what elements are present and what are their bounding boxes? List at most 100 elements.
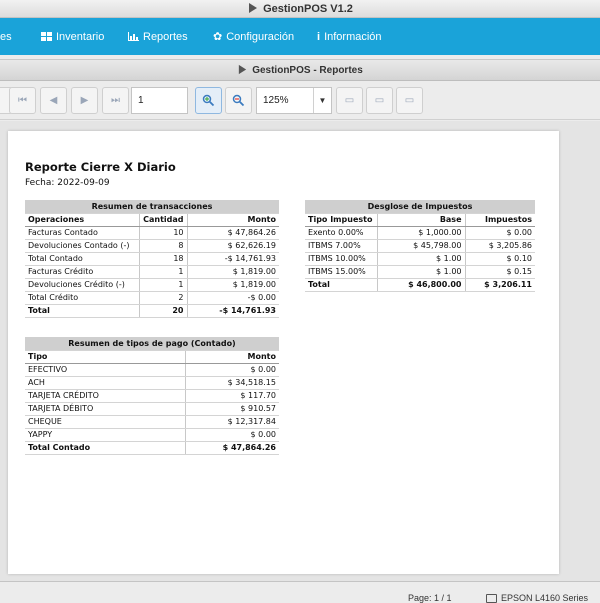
page-number-input[interactable]: 1 <box>131 87 188 114</box>
table-cell: $ 12,317.84 <box>185 415 279 429</box>
zoom-out-button[interactable] <box>225 87 252 114</box>
table-caption: Desglose de Impuestos <box>305 200 535 214</box>
table-cell: -$ 0.00 <box>187 291 279 305</box>
table-cell: Devoluciones Contado (-) <box>25 239 139 253</box>
table-row: CHEQUE $ 12,317.84 <box>25 415 279 429</box>
print-button[interactable]: ▭ <box>336 87 363 114</box>
table-cell: TARJETA CRÉDITO <box>25 389 186 403</box>
table-row: Facturas Crédito 1 $ 1,819.00 <box>25 265 279 279</box>
table-cell: Devoluciones Crédito (-) <box>25 278 139 292</box>
table-cell: Facturas Contado <box>25 226 139 240</box>
menu-item-inventario[interactable]: Inventario <box>41 18 104 55</box>
app-logo-icon <box>249 3 258 13</box>
zoom-in-button[interactable] <box>195 87 222 114</box>
table-row: Devoluciones Crédito (-) 1 $ 1,819.00 <box>25 278 279 292</box>
table-cell: $ 0.00 <box>185 363 279 377</box>
table-cell: 1 <box>138 278 188 292</box>
report-viewer[interactable]: Reporte Cierre X Diario Fecha: 2022-09-0… <box>0 121 600 581</box>
table-row: Devoluciones Contado (-) 8 $ 62,626.19 <box>25 239 279 253</box>
menu-item-label: Inventario <box>56 30 105 43</box>
table-cell: -$ 14,761.93 <box>187 252 279 266</box>
zoom-value: 125% <box>263 95 289 106</box>
bar-chart-icon <box>128 32 139 41</box>
report-page: Reporte Cierre X Diario Fecha: 2022-09-0… <box>8 131 559 574</box>
last-page-icon: ⏭ <box>111 95 120 106</box>
report-toolbar: ⏮ ◀ ▶ ⏭ 1 125% ▼ ▭ ▭ ▭ <box>0 82 600 120</box>
zoom-in-icon <box>202 94 215 107</box>
table-cell: $ 1,819.00 <box>187 278 279 292</box>
table-cell: -$ 14,761.93 <box>187 304 279 318</box>
table-cell: $ 46,800.00 <box>376 278 466 292</box>
table-caption: Resumen de tipos de pago (Contado) <box>25 337 279 351</box>
table-row: Total Crédito 2 -$ 0.00 <box>25 291 279 305</box>
table-cell: $ 34,518.15 <box>185 376 279 390</box>
table-cell: 10 <box>138 226 188 240</box>
column-header: Monto <box>187 213 279 227</box>
table-cell: EFECTIVO <box>25 363 186 377</box>
window-titlebar: GestionPOS V1.2 <box>0 0 600 18</box>
grid-icon <box>41 32 52 41</box>
table-cell: 8 <box>138 239 188 253</box>
zoom-select[interactable]: 125% ▼ <box>256 87 332 114</box>
report-window-titlebar: GestionPOS - Reportes <box>0 59 600 81</box>
report-window-title: GestionPOS - Reportes <box>252 65 363 76</box>
table-cell: $ 0.10 <box>465 252 535 266</box>
first-page-button[interactable]: ⏮ <box>9 87 36 114</box>
document-export-icon: ▭ <box>374 95 385 106</box>
table-cell: Total <box>305 278 377 292</box>
column-header: Cantidad <box>138 213 188 227</box>
table-cell: $ 1.00 <box>376 265 466 279</box>
gear-icon: ✿ <box>213 31 223 43</box>
table-cell: $ 117.70 <box>185 389 279 403</box>
menu-item-label: Reportes <box>143 30 188 43</box>
previous-page-button[interactable]: ◀ <box>40 87 67 114</box>
table-row: Total Contado 18 -$ 14,761.93 <box>25 252 279 266</box>
table-total-row: Total $ 46,800.00 $ 3,206.11 <box>305 278 535 292</box>
table-cell: Total Contado <box>25 441 186 455</box>
table-cell: $ 0.00 <box>465 226 535 240</box>
menu-item-configuracion[interactable]: ✿ Configuración <box>213 18 294 55</box>
table-cell: Total <box>25 304 139 318</box>
document-icon: ▭ <box>344 95 355 106</box>
table-cell: 20 <box>138 304 188 318</box>
last-page-button[interactable]: ⏭ <box>102 87 129 114</box>
table-cell: $ 3,205.86 <box>465 239 535 253</box>
table-cell: Exento 0.00% <box>305 226 377 240</box>
table-row: Facturas Contado 10 $ 47,864.26 <box>25 226 279 240</box>
save-button[interactable]: ▭ <box>396 87 423 114</box>
table-cell: 18 <box>138 252 188 266</box>
app-logo-icon <box>239 64 247 75</box>
table-cell: $ 0.00 <box>185 428 279 442</box>
window-title: GestionPOS V1.2 <box>263 3 353 15</box>
menu-item-label: Configuración <box>226 30 295 43</box>
column-header: Base <box>376 213 466 227</box>
transactions-table: Resumen de transacciones Operaciones Can… <box>25 200 279 318</box>
table-cell: $ 1.00 <box>376 252 466 266</box>
payment-types-table: Resumen de tipos de pago (Contado) Tipo … <box>25 337 279 455</box>
table-cell: $ 1,819.00 <box>187 265 279 279</box>
table-cell: 1 <box>138 265 188 279</box>
table-total-row: Total 20 -$ 14,761.93 <box>25 304 279 318</box>
table-row: ACH $ 34,518.15 <box>25 376 279 390</box>
table-cell: $ 1,000.00 <box>376 226 466 240</box>
table-row: TARJETA DÉBITO $ 910.57 <box>25 402 279 416</box>
menu-item-partial[interactable]: es <box>0 18 12 55</box>
chevron-down-icon[interactable]: ▼ <box>313 88 331 113</box>
zoom-out-icon <box>232 94 245 107</box>
printer-icon <box>486 593 497 603</box>
menu-item-informacion[interactable]: i Información <box>317 18 382 55</box>
printer-selector[interactable]: EPSON L4160 Series <box>486 593 588 603</box>
table-cell: ITBMS 10.00% <box>305 252 377 266</box>
table-cell: Facturas Crédito <box>25 265 139 279</box>
table-row: YAPPY $ 0.00 <box>25 428 279 442</box>
table-cell: 2 <box>138 291 188 305</box>
column-header: Operaciones <box>25 213 139 227</box>
next-page-button[interactable]: ▶ <box>71 87 98 114</box>
table-cell: $ 47,864.26 <box>187 226 279 240</box>
table-row: ITBMS 7.00% $ 45,798.00 $ 3,205.86 <box>305 239 535 253</box>
menu-item-reportes[interactable]: Reportes <box>128 18 188 55</box>
table-cell: YAPPY <box>25 428 186 442</box>
export-button[interactable]: ▭ <box>366 87 393 114</box>
table-caption: Resumen de transacciones <box>25 200 279 214</box>
table-total-row: Total Contado $ 47,864.26 <box>25 441 279 455</box>
